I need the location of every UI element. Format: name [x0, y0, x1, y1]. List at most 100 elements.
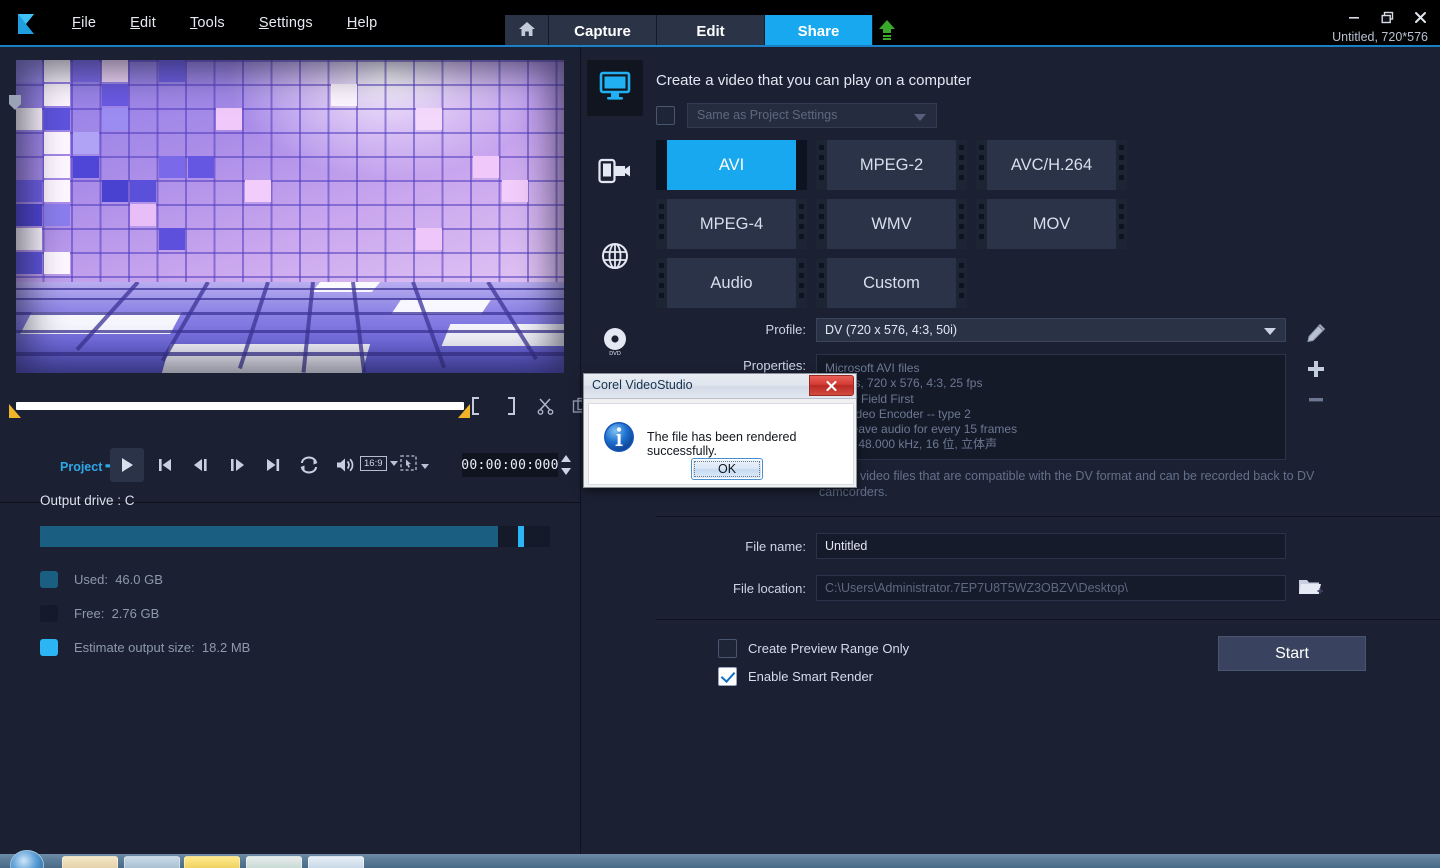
preview-tile — [473, 156, 499, 178]
skip-end-button[interactable] — [258, 449, 288, 481]
share-target-web[interactable] — [587, 230, 643, 286]
project-clip-toggle[interactable]: Project ━ — [60, 457, 115, 475]
create-preview-range-checkbox[interactable] — [718, 638, 737, 658]
app-logo-icon — [14, 11, 40, 37]
properties-label: Properties: — [743, 358, 806, 373]
mark-out-button[interactable] — [497, 392, 525, 420]
playhead-handle[interactable] — [8, 95, 22, 111]
preview-panel: Project ━ — [0, 47, 589, 868]
taskbar-item[interactable] — [184, 856, 240, 868]
scissors-icon[interactable] — [532, 392, 560, 420]
format-button-audio[interactable]: Audio — [656, 258, 807, 308]
menu-tools[interactable]: Tools — [173, 13, 242, 33]
share-target-device[interactable] — [587, 145, 643, 201]
preview-tile — [44, 132, 70, 154]
upload-arrow-icon[interactable] — [874, 18, 902, 44]
preview-tile — [44, 156, 70, 178]
file-location-row: File location: C:\Users\Administrator.7E… — [645, 559, 1440, 601]
play-button[interactable] — [110, 448, 144, 482]
share-target-disc[interactable]: DVD — [587, 315, 643, 371]
trim-start-handle[interactable] — [8, 399, 22, 418]
crop-icon — [400, 455, 418, 478]
repeat-icon[interactable] — [294, 449, 324, 481]
menu-file[interactable]: File — [55, 13, 113, 33]
preview-tile — [16, 228, 42, 250]
aspect-ratio-control[interactable]: 16:9 — [360, 456, 398, 471]
folder-browse-icon[interactable] — [1298, 575, 1326, 601]
file-name-input[interactable]: Untitled — [816, 533, 1286, 559]
preview-tile — [159, 60, 185, 82]
menu-settings[interactable]: Settings — [242, 13, 330, 33]
options-row: Create Preview Range Only Enable Smart R… — [645, 620, 1440, 710]
taskbar-item[interactable] — [246, 856, 302, 868]
tab-edit[interactable]: Edit — [657, 15, 765, 47]
home-icon — [518, 21, 536, 41]
previous-frame-button[interactable] — [186, 449, 216, 481]
dialog-close-button[interactable] — [809, 375, 854, 396]
properties-line: Interleave audio for every 15 frames — [825, 422, 1018, 437]
close-button[interactable] — [1410, 8, 1430, 26]
file-name-row: File name: Untitled — [645, 517, 1440, 559]
dvd-disc-icon: DVD — [600, 326, 630, 361]
format-button-wmv[interactable]: WMV — [816, 199, 967, 249]
add-profile-icon[interactable] — [1299, 354, 1333, 384]
file-location-input[interactable]: C:\Users\Administrator.7EP7U8T5WZ3OBZV\D… — [816, 575, 1286, 601]
project-title: Untitled, 720*576 — [1332, 30, 1428, 44]
preview-tile — [44, 204, 70, 226]
menu-edit[interactable]: Edit — [113, 13, 173, 33]
timecode-stepper[interactable] — [560, 453, 572, 477]
format-button-avi[interactable]: AVI — [656, 140, 807, 190]
home-button[interactable] — [505, 15, 549, 47]
preview-tile — [16, 252, 42, 274]
format-button-mpeg2[interactable]: MPEG-2 — [816, 140, 967, 190]
preview-tile — [159, 228, 185, 250]
restore-button[interactable] — [1377, 8, 1397, 26]
remove-profile-icon[interactable] — [1299, 384, 1333, 414]
trim-bar[interactable] — [16, 402, 464, 410]
render-complete-dialog: Corel VideoStudio The file has been rend… — [583, 373, 857, 488]
crop-control[interactable] — [400, 455, 429, 478]
transport-bar: Project ━ — [0, 445, 581, 490]
file-name-label: File name: — [745, 538, 806, 554]
taskbar-item[interactable] — [308, 856, 364, 868]
drive-usage-bar — [40, 526, 550, 547]
chevron-down-icon — [914, 114, 926, 121]
next-frame-button[interactable] — [222, 449, 252, 481]
format-button-mpeg4[interactable]: MPEG-4 — [656, 199, 807, 249]
start-button[interactable]: Start — [1218, 636, 1366, 671]
preview-tile — [16, 180, 42, 202]
output-drive-section: Output drive : C Used: 46.0 GB Free: 2.7… — [40, 493, 550, 669]
share-heading: Create a video that you can play on a co… — [656, 72, 972, 89]
mark-in-button[interactable] — [462, 392, 490, 420]
tab-capture[interactable]: Capture — [549, 15, 657, 47]
enable-smart-render-checkbox[interactable] — [718, 666, 737, 686]
taskbar-item[interactable] — [124, 856, 180, 868]
skip-start-button[interactable] — [150, 449, 180, 481]
preview-tile — [44, 180, 70, 202]
taskbar-item[interactable] — [62, 856, 118, 868]
volume-icon[interactable] — [330, 449, 360, 481]
format-button-custom[interactable]: Custom — [816, 258, 967, 308]
preview-tile — [130, 180, 156, 202]
format-button-mov[interactable]: MOV — [976, 199, 1127, 249]
tab-share[interactable]: Share — [765, 15, 873, 47]
format-button-avc-h264[interactable]: AVC/H.264 — [976, 140, 1127, 190]
menu-help[interactable]: Help — [330, 13, 395, 33]
preview-tile — [102, 60, 128, 82]
device-icon — [598, 158, 632, 189]
dialog-ok-button[interactable]: OK — [691, 458, 763, 480]
same-as-project-settings-checkbox[interactable] — [656, 106, 675, 125]
dialog-title: Corel VideoStudio — [592, 378, 693, 392]
project-settings-dropdown[interactable]: Same as Project Settings — [687, 103, 937, 128]
share-target-computer[interactable] — [587, 60, 643, 116]
legend-swatch-estimate — [40, 639, 58, 656]
edit-profile-icon[interactable] — [1299, 318, 1333, 348]
preview-tile — [16, 60, 42, 82]
timecode-display[interactable]: 00:00:00:000 — [461, 453, 558, 477]
menu-items: File Edit Tools Settings Help — [55, 13, 394, 33]
profile-dropdown[interactable]: DV (720 x 576, 4:3, 50i) — [816, 318, 1286, 342]
profile-label: Profile: — [765, 322, 806, 337]
video-preview[interactable] — [16, 60, 564, 373]
minimize-button[interactable] — [1344, 8, 1364, 26]
legend-row: Estimate output size: 18.2 MB — [40, 635, 550, 660]
